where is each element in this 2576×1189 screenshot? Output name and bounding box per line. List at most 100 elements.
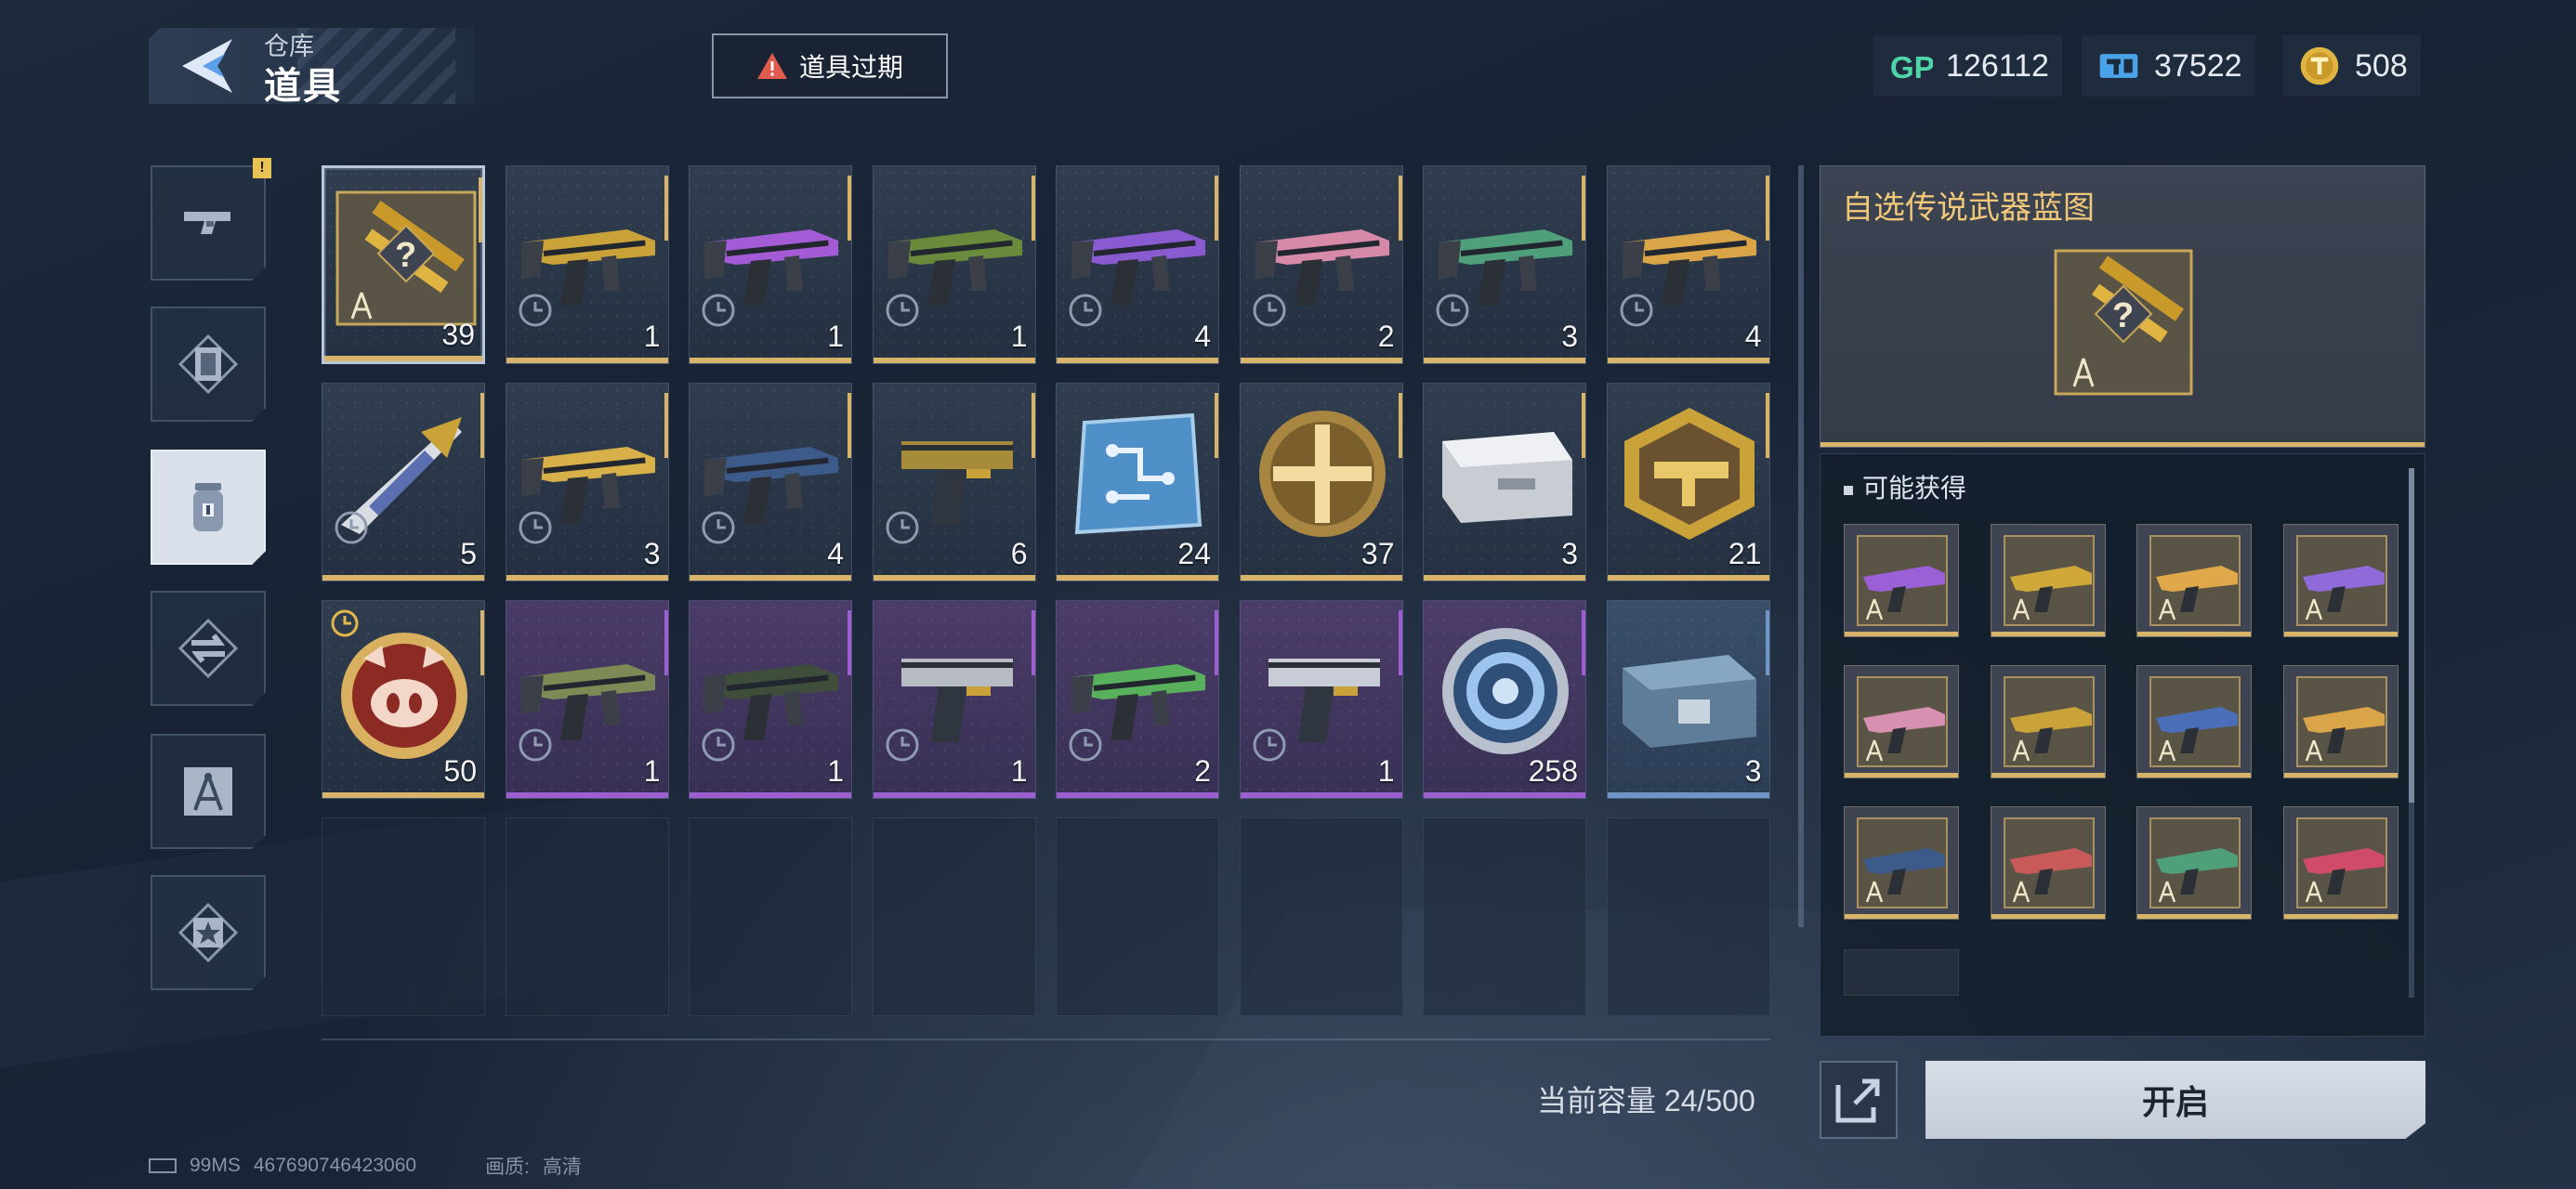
item-slot[interactable]: 21 bbox=[1606, 383, 1770, 581]
item-slot[interactable]: 3 bbox=[505, 383, 669, 581]
empty-slot bbox=[1056, 817, 1219, 1016]
category-frames[interactable] bbox=[151, 307, 266, 422]
category-items[interactable] bbox=[151, 450, 266, 565]
item-count: 1 bbox=[1010, 320, 1028, 353]
share-button[interactable] bbox=[1820, 1061, 1898, 1139]
item-slot[interactable]: 2 bbox=[1056, 600, 1219, 799]
item-count: 3 bbox=[643, 537, 661, 570]
item-count: 1 bbox=[827, 320, 844, 353]
category-blueprints[interactable] bbox=[151, 734, 266, 849]
frame-icon bbox=[178, 334, 238, 394]
timer-icon bbox=[330, 608, 360, 638]
weapon-blueprint-icon bbox=[1857, 535, 1948, 626]
weapon-blueprint-icon bbox=[2149, 535, 2241, 626]
reward-item[interactable] bbox=[2136, 806, 2252, 920]
canister-icon bbox=[193, 483, 223, 531]
item-slot[interactable]: 258 bbox=[1423, 600, 1586, 799]
status-footer: 99MS 467690746423060 画质: 高清 bbox=[149, 1152, 582, 1180]
item-slot[interactable]: 37 bbox=[1239, 383, 1403, 581]
item-count: 3 bbox=[1561, 537, 1578, 570]
reward-item[interactable] bbox=[2136, 524, 2252, 637]
back-arrow-icon bbox=[182, 39, 232, 93]
capacity-label: 当前容量 24/500 bbox=[1537, 1084, 1755, 1117]
quality-label: 画质: bbox=[485, 1156, 530, 1178]
item-slot[interactable]: 1 bbox=[689, 600, 852, 799]
item-slot[interactable]: 4 bbox=[1606, 165, 1770, 364]
reward-item[interactable] bbox=[1990, 665, 2106, 778]
reward-item[interactable] bbox=[1844, 524, 1959, 637]
item-slot[interactable]: 4 bbox=[1056, 165, 1219, 364]
clock-icon bbox=[1068, 293, 1103, 328]
item-count: 3 bbox=[1744, 754, 1762, 788]
expired-items-label: 道具过期 bbox=[798, 53, 903, 82]
reward-item[interactable] bbox=[2136, 665, 2252, 778]
empty-slot bbox=[1239, 817, 1403, 1016]
item-slot[interactable]: 3 bbox=[1423, 383, 1586, 581]
item-count: 24 bbox=[1177, 537, 1211, 570]
item-count: 4 bbox=[1744, 320, 1762, 353]
battery-icon bbox=[149, 1158, 177, 1173]
compass-icon bbox=[184, 767, 232, 816]
item-slot[interactable]: 5 bbox=[322, 383, 485, 581]
reward-item-partial[interactable] bbox=[1844, 949, 1959, 996]
empty-slot bbox=[505, 817, 669, 1016]
item-count: 2 bbox=[1377, 320, 1395, 353]
category-alert-badge: ! bbox=[253, 158, 271, 178]
item-slot[interactable]: ? 39 bbox=[322, 165, 485, 364]
item-count: 5 bbox=[460, 537, 477, 570]
category-favorites[interactable] bbox=[151, 875, 266, 990]
empty-slot bbox=[322, 817, 485, 1016]
user-id: 467690746423060 bbox=[253, 1155, 417, 1176]
reward-item[interactable] bbox=[1990, 806, 2106, 920]
item-slot[interactable]: 1 bbox=[1239, 600, 1403, 799]
open-button[interactable]: 开启 bbox=[1925, 1061, 2425, 1139]
reward-item[interactable] bbox=[2282, 524, 2399, 637]
reward-item[interactable] bbox=[1844, 806, 1959, 920]
item-slot[interactable]: 4 bbox=[689, 383, 852, 581]
item-count: 2 bbox=[1194, 754, 1211, 788]
reward-item[interactable] bbox=[2282, 665, 2399, 778]
item-slot[interactable]: 2 bbox=[1239, 165, 1403, 364]
item-slot[interactable]: 24 bbox=[1056, 383, 1219, 581]
currency-ticket: 37522 bbox=[2082, 35, 2255, 97]
item-count: 4 bbox=[1194, 320, 1211, 353]
item-slot[interactable]: 1 bbox=[872, 600, 1036, 799]
item-slot[interactable]: 1 bbox=[689, 165, 852, 364]
category-weapons[interactable] bbox=[151, 165, 266, 281]
expired-items-button[interactable]: 道具过期 bbox=[712, 33, 948, 98]
item-slot[interactable]: 1 bbox=[505, 600, 669, 799]
clock-icon bbox=[701, 293, 736, 328]
item-slot[interactable]: 1 bbox=[505, 165, 669, 364]
clock-icon bbox=[885, 510, 920, 545]
reward-item[interactable] bbox=[1844, 665, 1959, 778]
currency-gp-value: 126112 bbox=[1946, 47, 2049, 84]
svg-text:?: ? bbox=[2112, 296, 2134, 335]
empty-slot bbox=[1606, 817, 1770, 1016]
item-count: 1 bbox=[643, 754, 661, 788]
item-slot[interactable]: 50 bbox=[322, 600, 485, 799]
back-button[interactable] bbox=[177, 35, 242, 97]
svg-text:GP: GP bbox=[1890, 51, 1933, 85]
weapon-blueprint-icon bbox=[2149, 817, 2241, 908]
weapon-blueprint-icon bbox=[1857, 817, 1948, 908]
item-slot[interactable]: 3 bbox=[1423, 165, 1586, 364]
rewards-scrollbar[interactable] bbox=[2409, 468, 2414, 998]
reward-item[interactable] bbox=[2282, 806, 2399, 920]
weapon-blueprint-icon bbox=[2295, 535, 2387, 626]
rewards-scroll-thumb[interactable] bbox=[2409, 468, 2414, 803]
clock-icon bbox=[701, 727, 736, 763]
item-slot[interactable]: 6 bbox=[872, 383, 1036, 581]
gold-coin-icon bbox=[2295, 42, 2344, 90]
pistol-icon bbox=[184, 212, 230, 234]
svg-text:?: ? bbox=[395, 236, 416, 275]
gp-icon: GP bbox=[1886, 42, 1935, 90]
category-exchange[interactable] bbox=[151, 591, 266, 706]
empty-slot bbox=[1423, 817, 1586, 1016]
item-slot[interactable]: 3 bbox=[1606, 600, 1770, 799]
item-count: 39 bbox=[441, 318, 475, 351]
possible-rewards-heading: 可能获得 bbox=[1844, 468, 1966, 505]
clock-icon bbox=[885, 293, 920, 328]
item-slot[interactable]: 1 bbox=[872, 165, 1036, 364]
grid-scrollbar[interactable] bbox=[1798, 165, 1804, 927]
reward-item[interactable] bbox=[1990, 524, 2106, 637]
